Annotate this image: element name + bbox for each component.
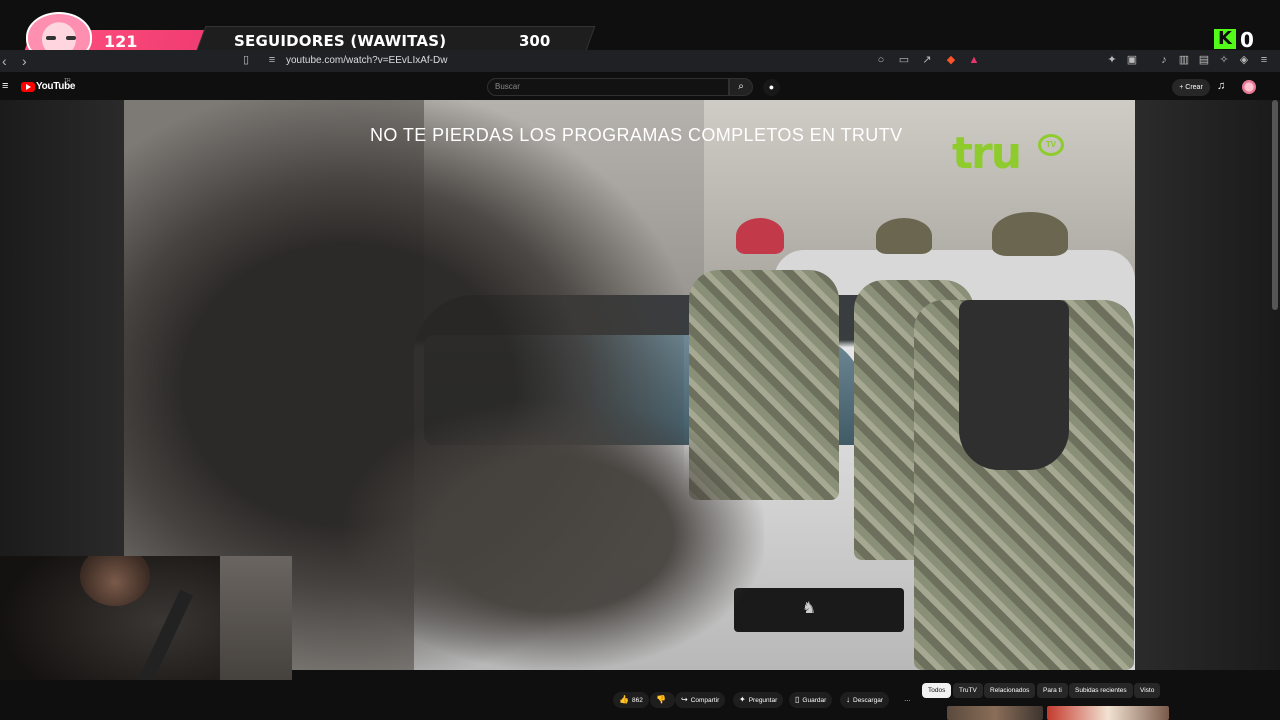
scrollbar[interactable]: [1272, 100, 1278, 310]
thumbs-down-icon: 👎: [656, 695, 666, 704]
youtube-logo-icon[interactable]: [21, 82, 35, 92]
dislike-button[interactable]: 👎: [650, 692, 675, 708]
hamburger-icon[interactable]: ≡: [2, 80, 8, 92]
browser-toolbar: [0, 50, 1280, 72]
ambient-right: [1135, 100, 1280, 670]
search-icon[interactable]: ⌕: [729, 78, 753, 96]
screen: 121 SEGUIDORES (WAWITAS) 300 K 0 ‹ › ▯ ≡…: [0, 0, 1280, 720]
chevron-right-icon[interactable]: ›: [22, 53, 27, 69]
bookmark-icon[interactable]: ▯: [240, 54, 252, 66]
extensions-icon[interactable]: ✦: [1106, 54, 1118, 66]
more-actions-button[interactable]: …: [898, 692, 917, 708]
video-helmet-2: [876, 218, 932, 254]
chip-todos[interactable]: Todos: [922, 683, 952, 698]
wallet-icon[interactable]: ▤: [1198, 54, 1210, 66]
more-label: …: [904, 696, 911, 703]
save-label: Guardar: [802, 697, 827, 704]
trutv-watermark-tv: TV: [1038, 134, 1064, 156]
kick-viewer-count: 0: [1240, 28, 1254, 52]
create-label: Crear: [1185, 84, 1203, 91]
sidebar-icon[interactable]: ▥: [1178, 54, 1190, 66]
trutv-watermark: tru: [952, 128, 1022, 179]
webcam-face: [80, 556, 150, 606]
ask-label: Preguntar: [748, 697, 778, 704]
video-subtitle: NO TE PIERDAS LOS PROGRAMAS COMPLETOS EN…: [370, 125, 903, 145]
mustang-emblem-icon: ♞: [801, 600, 817, 617]
ai-icon[interactable]: ✧: [1218, 54, 1230, 66]
sparkle-icon: ✦: [739, 695, 746, 704]
recommended-thumbnail[interactable]: [947, 706, 1043, 720]
download-icon: ↓: [846, 695, 850, 704]
bell-icon[interactable]: ♫: [1217, 80, 1225, 92]
save-button[interactable]: ▯ Guardar: [789, 692, 833, 708]
video-smoke-2: [344, 400, 764, 670]
download-button[interactable]: ↓ Descargar: [840, 692, 889, 708]
address-bar[interactable]: youtube.com/watch?v=EEvLIxAf-Dw: [286, 55, 447, 66]
thumbs-up-icon: 👍: [619, 695, 629, 704]
screenshot-icon[interactable]: ▣: [1126, 54, 1138, 66]
browser-menu-icon[interactable]: ≡: [1258, 54, 1270, 66]
recommended-thumbnail[interactable]: [1047, 706, 1169, 720]
chip-relacionados[interactable]: Relacionados: [984, 683, 1036, 698]
create-button[interactable]: + Crear: [1172, 79, 1210, 96]
vpn-icon[interactable]: ◈: [1238, 54, 1250, 66]
site-settings-icon[interactable]: ≡: [266, 54, 278, 66]
search-placeholder: Buscar: [495, 82, 520, 91]
share-label: Compartir: [690, 697, 720, 704]
chip-subidas-recientes[interactable]: Subidas recientes: [1069, 683, 1133, 698]
ask-button[interactable]: ✦ Preguntar: [733, 692, 784, 708]
video-vest: [959, 300, 1069, 470]
share-arrow-icon: ↪: [681, 695, 688, 704]
share-button[interactable]: ↪ Compartir: [675, 692, 726, 708]
rewards-icon[interactable]: ▲: [968, 54, 980, 66]
zoom-icon[interactable]: ○: [875, 54, 887, 66]
avatar[interactable]: [1242, 80, 1256, 94]
bookmark-save-icon: ▯: [795, 695, 800, 704]
chevron-left-icon[interactable]: ‹: [2, 53, 7, 69]
chip-trutv[interactable]: TruTV: [953, 683, 983, 698]
youtube-country-code: TR: [64, 78, 71, 84]
music-icon[interactable]: ♪: [1158, 54, 1170, 66]
follower-goal-count: 300: [519, 32, 551, 50]
brave-shield-icon[interactable]: ◆: [945, 54, 957, 66]
follower-current-count: 121: [104, 32, 138, 51]
like-button[interactable]: 👍 862: [613, 692, 649, 708]
cast-icon[interactable]: ▭: [898, 54, 910, 66]
follower-goal-title: SEGUIDORES (WAWITAS): [234, 32, 447, 50]
share-icon[interactable]: ↗: [921, 54, 933, 66]
video-helmet-3: [992, 212, 1068, 256]
download-label: Descargar: [853, 697, 883, 704]
video-helmet-1: [736, 218, 784, 254]
chip-visto[interactable]: Visto: [1134, 683, 1161, 698]
like-count: 862: [631, 697, 643, 704]
chip-para-ti[interactable]: Para ti: [1037, 683, 1068, 698]
search-input[interactable]: [487, 78, 729, 96]
mic-icon[interactable]: ●: [763, 79, 780, 96]
kick-logo: K: [1214, 29, 1236, 49]
